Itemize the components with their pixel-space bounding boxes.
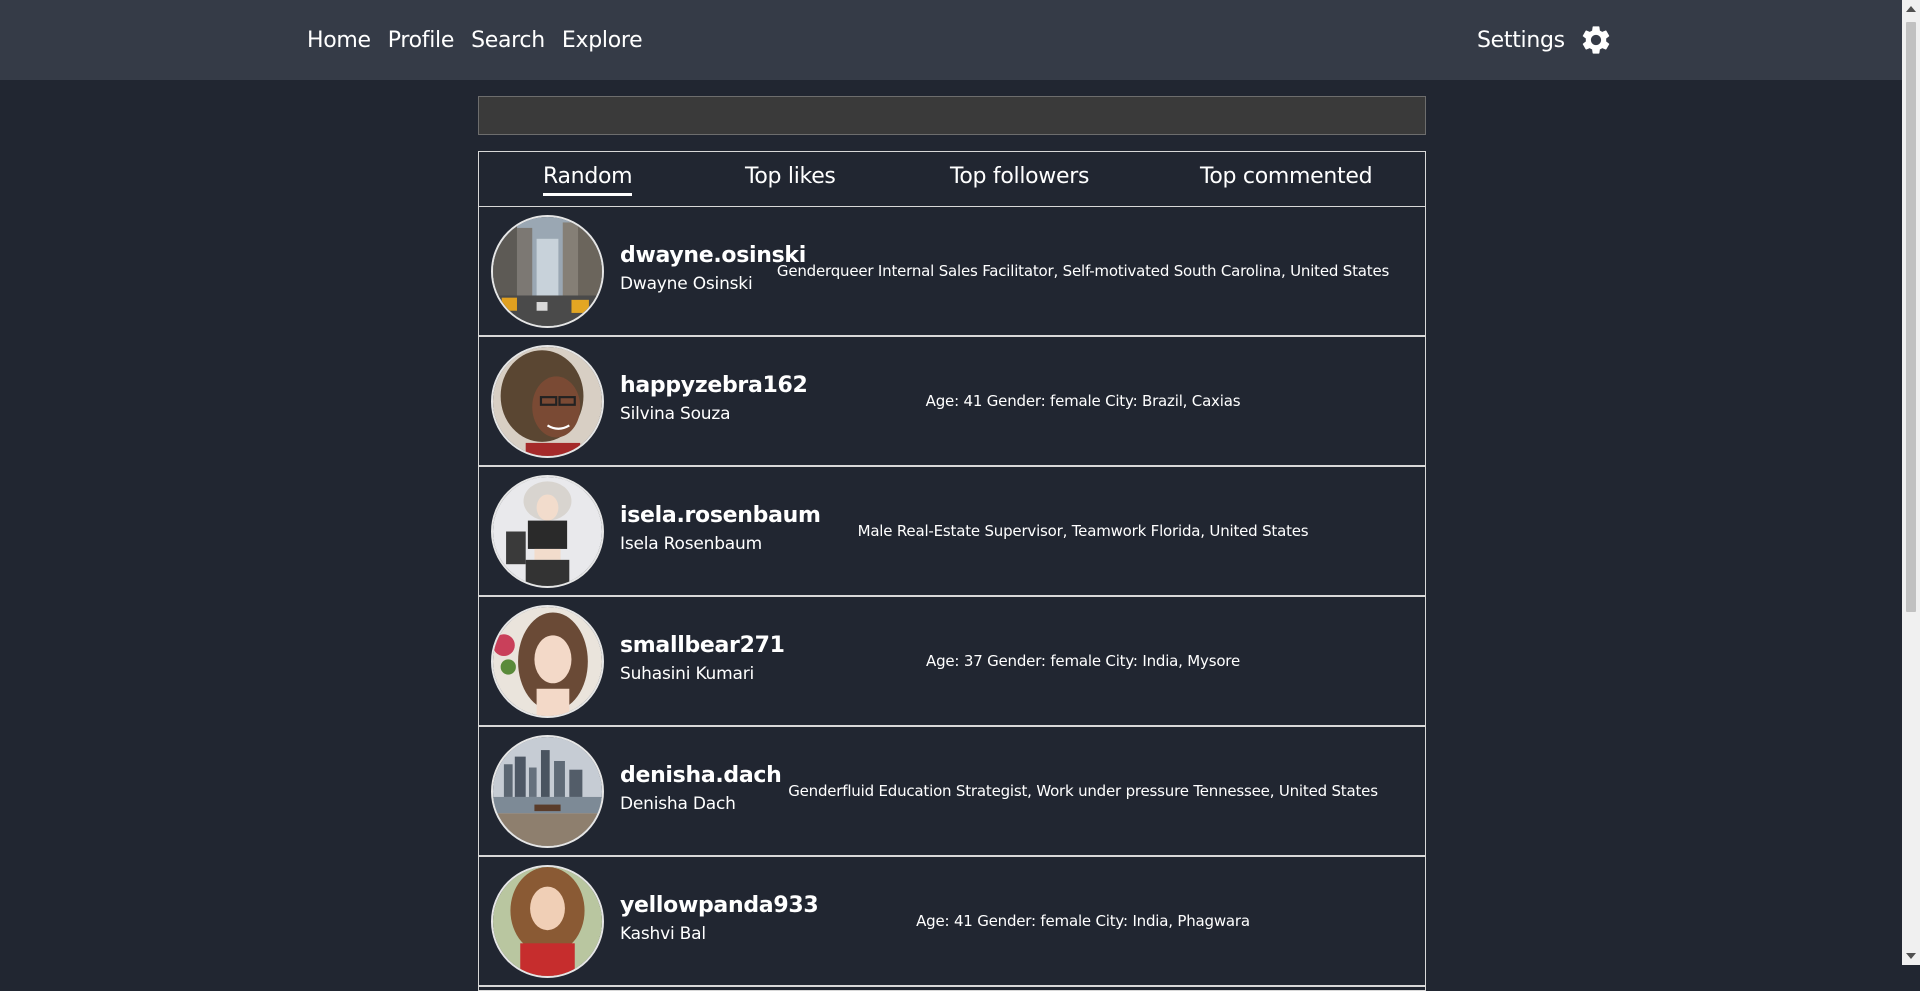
user-row[interactable]: dwayne.osinski Dwayne Osinski Genderquee… (479, 207, 1425, 337)
user-bio: Genderqueer Internal Sales Facilitator, … (776, 262, 1390, 280)
user-bio: Age: 41 Gender: female City: Brazil, Cax… (925, 392, 1241, 410)
settings-button[interactable]: Settings (1477, 0, 1613, 80)
search-bar (478, 96, 1426, 135)
tab-random[interactable]: Random (543, 164, 633, 196)
settings-label: Settings (1477, 27, 1565, 53)
nav-link-home[interactable]: Home (307, 28, 371, 53)
avatar[interactable] (491, 865, 604, 978)
avatar[interactable] (491, 215, 604, 328)
user-bio: Male Real-Estate Supervisor, Teamwork Fl… (857, 522, 1309, 540)
user-row[interactable]: happyzebra162 Silvina Souza Age: 41 Gend… (479, 337, 1425, 467)
top-nav-bar: Home Profile Search Explore Settings (0, 0, 1902, 80)
user-list-panel: Random Top likes Top followers Top comme… (478, 151, 1426, 991)
scroll-down-arrow-icon[interactable] (1906, 953, 1916, 959)
search-input[interactable] (478, 96, 1426, 135)
user-row[interactable]: isela.rosenbaum Isela Rosenbaum Male Rea… (479, 467, 1425, 597)
avatar[interactable] (491, 475, 604, 588)
nav-link-explore[interactable]: Explore (562, 28, 643, 53)
nav-link-profile[interactable]: Profile (388, 28, 455, 53)
user-row[interactable]: yellowpanda933 Kashvi Bal Age: 41 Gender… (479, 857, 1425, 987)
avatar[interactable] (491, 735, 604, 848)
sort-tabs: Random Top likes Top followers Top comme… (479, 152, 1425, 207)
scroll-thumb[interactable] (1906, 22, 1916, 612)
scroll-up-arrow-icon[interactable] (1906, 6, 1916, 12)
page-scrollbar[interactable] (1902, 0, 1920, 965)
tab-top-commented[interactable]: Top commented (1200, 164, 1373, 193)
nav-link-search[interactable]: Search (471, 28, 545, 53)
user-bio: Genderfluid Education Strategist, Work u… (788, 782, 1378, 800)
avatar[interactable] (491, 345, 604, 458)
user-row[interactable]: denisha.dach Denisha Dach Genderfluid Ed… (479, 727, 1425, 857)
avatar[interactable] (491, 605, 604, 718)
user-bio: Age: 37 Gender: female City: India, Myso… (926, 652, 1240, 670)
tab-top-likes[interactable]: Top likes (745, 164, 836, 193)
user-row[interactable]: smallbear271 Suhasini Kumari Age: 37 Gen… (479, 597, 1425, 727)
main-nav: Home Profile Search Explore (307, 0, 643, 80)
tab-top-followers[interactable]: Top followers (950, 164, 1089, 193)
gear-icon[interactable] (1579, 23, 1613, 57)
user-bio: Age: 41 Gender: female City: India, Phag… (916, 912, 1250, 930)
